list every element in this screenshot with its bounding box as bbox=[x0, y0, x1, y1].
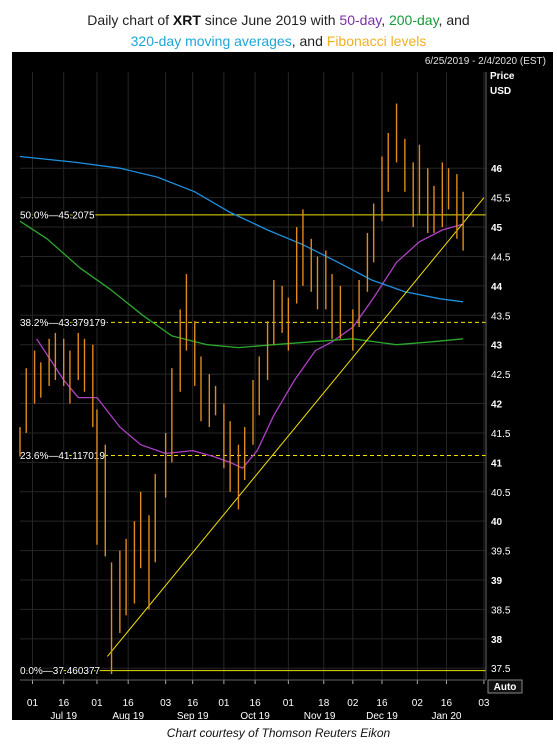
price-axis-label: Price bbox=[490, 71, 515, 82]
axes-layer: 37.5 38 38.5 39 39.5 40 40.5 41 41.5 42 42.5 43 43.5… bbox=[20, 72, 511, 720]
month-label: Dec 19 bbox=[366, 711, 398, 720]
y-tick-label: 44.5 bbox=[491, 252, 511, 263]
title-ma50: 50-day bbox=[339, 12, 382, 28]
grid-layer bbox=[20, 72, 486, 680]
price-bars-layer bbox=[19, 103, 464, 675]
y-tick-label: 38.5 bbox=[491, 605, 511, 616]
fib-level-label: 23.6%—41.117019 bbox=[20, 451, 105, 462]
x-tick-label: 16 bbox=[376, 698, 388, 709]
title-text-a: Daily chart of bbox=[87, 12, 173, 28]
fib-level-label: 50.0%—45.2075 bbox=[20, 210, 95, 221]
auto-scale-label: Auto bbox=[494, 682, 517, 693]
moving-average-320-day bbox=[19, 155, 464, 303]
y-tick-label: 38 bbox=[491, 635, 503, 646]
y-tick-label: 40.5 bbox=[491, 488, 511, 499]
y-tick-label: 39 bbox=[491, 576, 503, 587]
title-symbol: XRT bbox=[172, 12, 201, 28]
fib-level-label: 0.0%—37.460377 bbox=[20, 666, 101, 677]
x-tick-label: 16 bbox=[250, 698, 262, 709]
month-label: Sep 19 bbox=[177, 711, 209, 720]
y-tick-label: 43 bbox=[491, 341, 503, 352]
month-label: Aug 19 bbox=[112, 711, 144, 720]
month-label: Nov 19 bbox=[304, 711, 336, 720]
title-text-d: , and bbox=[291, 33, 327, 49]
x-tick-label: 16 bbox=[441, 698, 453, 709]
y-tick-label: 45.5 bbox=[491, 194, 511, 205]
y-tick-label: 46 bbox=[491, 164, 503, 175]
support-trendline bbox=[106, 197, 485, 657]
x-tick-label: 02 bbox=[347, 698, 359, 709]
x-tick-label: 02 bbox=[412, 698, 424, 709]
x-tick-label: 16 bbox=[58, 698, 70, 709]
chart-title: Daily chart of XRT since June 2019 with … bbox=[0, 10, 557, 52]
y-tick-label: 37.5 bbox=[491, 664, 511, 675]
title-text-b: since June 2019 with bbox=[200, 12, 340, 28]
title-sep: , bbox=[381, 12, 389, 28]
y-tick-label: 42 bbox=[491, 400, 503, 411]
month-label: Oct 19 bbox=[240, 711, 270, 720]
trendline-layer bbox=[106, 197, 485, 657]
x-tick-label: 01 bbox=[218, 698, 230, 709]
y-tick-label: 45 bbox=[491, 223, 503, 234]
y-tick-label: 43.5 bbox=[491, 311, 511, 322]
x-tick-label: 01 bbox=[91, 698, 103, 709]
title-line-2: 320-day moving averages, and Fibonacci l… bbox=[0, 31, 557, 52]
chart-panel[interactable]: 50.0%—45.2075 38.2%—43.379179 23.6%—41.117… bbox=[12, 52, 553, 720]
title-line-1: Daily chart of XRT since June 2019 with … bbox=[0, 10, 557, 31]
x-tick-label: 01 bbox=[283, 698, 295, 709]
x-tick-label: 16 bbox=[123, 698, 135, 709]
title-ma320: 320-day moving averages bbox=[130, 33, 292, 49]
y-tick-label: 41.5 bbox=[491, 429, 511, 440]
y-tick-label: 44 bbox=[491, 282, 503, 293]
chart-caption: Chart courtesy of Thomson Reuters Eikon bbox=[166, 726, 391, 740]
x-tick-label: 01 bbox=[27, 698, 39, 709]
y-tick-label: 42.5 bbox=[491, 370, 511, 381]
x-tick-label: 03 bbox=[160, 698, 172, 709]
y-tick-label: 41 bbox=[491, 458, 503, 469]
title-ma200: 200-day bbox=[388, 12, 439, 28]
fib-level-label: 38.2%—43.379179 bbox=[20, 318, 106, 329]
price-chart[interactable]: 50.0%—45.2075 38.2%—43.379179 23.6%—41.117… bbox=[12, 52, 553, 720]
title-fib: Fibonacci levels bbox=[326, 33, 427, 49]
x-tick-label: 16 bbox=[187, 698, 199, 709]
title-text-c: , and bbox=[438, 12, 470, 28]
currency-axis-label: USD bbox=[490, 86, 511, 97]
month-label: Jan 20 bbox=[431, 711, 461, 720]
month-label: Jul 19 bbox=[50, 711, 77, 720]
x-tick-label: 18 bbox=[318, 698, 330, 709]
y-tick-label: 39.5 bbox=[491, 547, 511, 558]
moving-average-layer bbox=[19, 155, 464, 470]
date-range-label: 6/25/2019 - 2/4/2020 (EST) bbox=[425, 56, 546, 67]
y-tick-label: 40 bbox=[491, 517, 503, 528]
x-tick-label: 03 bbox=[478, 698, 490, 709]
